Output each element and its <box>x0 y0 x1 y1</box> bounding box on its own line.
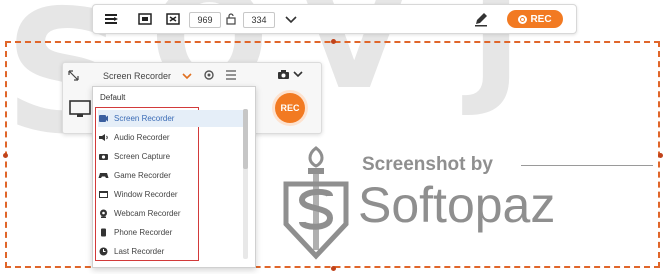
screen-recorder-icon <box>99 115 108 122</box>
record-button[interactable]: REC <box>275 93 305 123</box>
window-icon <box>99 191 108 198</box>
list-item-screen-capture[interactable]: Screen Capture <box>98 148 170 165</box>
list-item-label: Last Recorder <box>114 247 165 256</box>
list-item-last-recorder[interactable]: Last Recorder <box>98 243 164 260</box>
dropdown-default-label: Default <box>100 93 126 102</box>
list-item-label: Game Recorder <box>114 171 171 180</box>
dropdown-scrollbar[interactable] <box>243 109 248 259</box>
resize-handle-bottom[interactable] <box>331 266 336 271</box>
record-icon <box>518 14 528 24</box>
window-capture-icon[interactable] <box>165 11 181 27</box>
monitor-icon <box>69 100 91 117</box>
camera-icon <box>99 154 108 160</box>
list-item-screen-recorder[interactable]: Screen Recorder <box>98 110 244 127</box>
recorder-options-list: Screen Recorder Audio Recorder Screen Ca… <box>95 107 244 261</box>
rec-button-label: REC <box>530 13 552 25</box>
camera-icon[interactable] <box>277 69 290 80</box>
list-item-webcam-recorder[interactable]: Webcam Recorder <box>98 205 181 222</box>
collapse-icon[interactable] <box>68 70 79 81</box>
watermark-line1: Screenshot by <box>362 154 493 175</box>
chevron-down-icon[interactable] <box>181 71 193 81</box>
scrollbar-thumb[interactable] <box>243 109 248 169</box>
list-item-label: Phone Recorder <box>114 228 173 237</box>
list-item-phone-recorder[interactable]: Phone Recorder <box>98 224 172 241</box>
fullscreen-icon[interactable] <box>137 11 153 27</box>
gear-icon[interactable] <box>203 69 215 81</box>
resize-handle-right[interactable] <box>658 153 663 158</box>
list-icon[interactable] <box>225 69 237 81</box>
list-item-window-recorder[interactable]: Window Recorder <box>98 186 178 203</box>
recorder-dropdown: Default Screen Recorder Audio Recorder S… <box>92 86 256 268</box>
pen-icon[interactable] <box>473 11 489 27</box>
list-item-audio-recorder[interactable]: Audio Recorder <box>98 129 170 146</box>
phone-icon <box>101 228 106 237</box>
softopaz-logo <box>283 146 349 260</box>
clock-icon <box>99 247 108 256</box>
recorder-source-select[interactable]: Screen Recorder <box>103 71 171 81</box>
chevron-down-icon[interactable] <box>283 11 299 27</box>
chevron-down-icon[interactable] <box>293 70 303 79</box>
gamepad-icon <box>98 173 109 178</box>
rec-button[interactable]: REC <box>507 10 563 28</box>
height-input[interactable]: 334 <box>243 12 275 28</box>
list-item-label: Webcam Recorder <box>114 209 181 218</box>
resize-handle-top[interactable] <box>331 39 336 44</box>
resize-handle-left[interactable] <box>3 153 8 158</box>
list-item-label: Audio Recorder <box>114 133 170 142</box>
list-item-label: Screen Capture <box>114 152 171 161</box>
webcam-icon <box>100 209 107 218</box>
watermark-line2: Softopaz <box>358 177 556 233</box>
list-item-game-recorder[interactable]: Game Recorder <box>98 167 171 184</box>
region-select-icon[interactable] <box>103 11 119 27</box>
speaker-icon <box>99 134 108 141</box>
list-item-label: Window Recorder <box>114 190 178 199</box>
capture-toolbar: 969 334 REC <box>92 4 577 34</box>
list-item-label: Screen Recorder <box>114 114 175 123</box>
watermark-divider <box>521 165 653 166</box>
width-input[interactable]: 969 <box>189 12 221 28</box>
lock-ratio-icon[interactable] <box>225 11 237 27</box>
